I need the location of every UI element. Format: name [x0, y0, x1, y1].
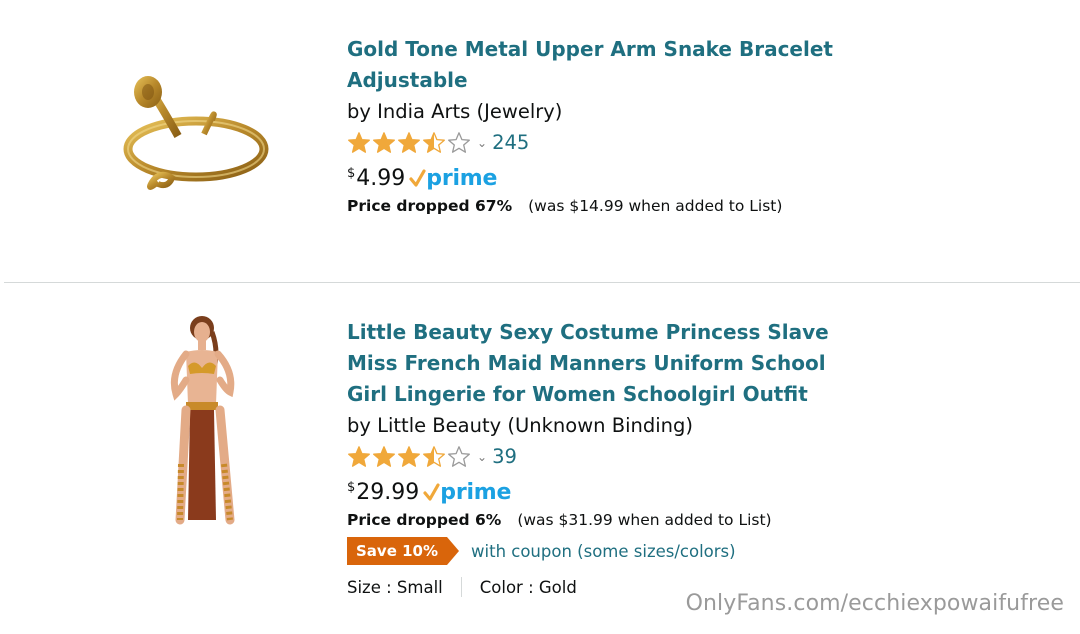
prime-check-icon [423, 483, 440, 501]
product-byline: by India Arts (Jewelry) [347, 100, 563, 123]
product-info: Little Beauty Sexy Costume Princess Slav… [347, 317, 829, 597]
star-full-icon [398, 445, 420, 467]
rating-count-link[interactable]: 245 [492, 131, 529, 154]
wishlist-item: Gold Tone Metal Upper Arm Snake Bracelet… [0, 0, 1080, 282]
title-line[interactable]: Girl Lingerie for Women Schoolgirl Outfi… [347, 379, 829, 410]
title-line[interactable]: Adjustable [347, 65, 833, 96]
coupon-row: Save 10% with coupon (some sizes/colors) [347, 537, 829, 565]
size-attribute: Size : Small [347, 577, 443, 597]
price-drop-row: Price dropped 6% (was $31.99 when added … [347, 506, 829, 534]
coupon-badge: Save 10% [347, 537, 460, 565]
product-title[interactable]: Gold Tone Metal Upper Arm Snake Bracelet… [347, 34, 833, 96]
chevron-down-icon[interactable]: ⌄ [477, 451, 487, 463]
star-full-icon [373, 445, 395, 467]
rating-row[interactable]: ⌄ 39 [347, 441, 829, 472]
star-full-icon [348, 445, 370, 467]
price-currency: $ [347, 480, 356, 495]
coupon-link[interactable]: with coupon (some sizes/colors) [471, 542, 736, 561]
price-drop-label: Price dropped 67% [347, 197, 513, 215]
prime-check-icon [409, 169, 426, 187]
product-image-costume[interactable] [150, 314, 250, 529]
title-line[interactable]: Gold Tone Metal Upper Arm Snake Bracelet [347, 34, 833, 65]
title-line[interactable]: Little Beauty Sexy Costume Princess Slav… [347, 317, 829, 348]
prime-label: prime [440, 480, 512, 505]
star-full-icon [373, 131, 395, 153]
wishlist-item: Little Beauty Sexy Costume Princess Slav… [0, 284, 1080, 634]
attribute-separator [460, 577, 462, 597]
product-byline: by Little Beauty (Unknown Binding) [347, 414, 693, 437]
star-full-icon [348, 131, 370, 153]
divider [4, 282, 1080, 283]
price-row: $ 4.99 prime [347, 158, 833, 192]
color-attribute: Color : Gold [479, 577, 577, 597]
prime-logo: prime [423, 480, 511, 506]
price-currency: $ [347, 166, 356, 181]
product-title[interactable]: Little Beauty Sexy Costume Princess Slav… [347, 317, 829, 410]
rating-count-link[interactable]: 39 [492, 445, 517, 468]
star-empty-icon [448, 131, 470, 153]
rating-row[interactable]: ⌄ 245 [347, 127, 833, 158]
star-empty-icon [448, 445, 470, 467]
price-amount: 4.99 [356, 166, 406, 191]
star-full-icon [398, 131, 420, 153]
product-info: Gold Tone Metal Upper Arm Snake Bracelet… [347, 34, 833, 220]
chevron-down-icon[interactable]: ⌄ [477, 137, 487, 149]
star-rating[interactable] [347, 445, 471, 469]
price-amount: 29.99 [356, 480, 420, 505]
was-price-text: (was $14.99 when added to List) [528, 197, 783, 215]
price-drop-row: Price dropped 67% (was $14.99 when added… [347, 192, 833, 220]
prime-label: prime [426, 166, 498, 191]
product-image-snake-bracelet[interactable] [118, 74, 273, 199]
title-line[interactable]: Miss French Maid Manners Uniform School [347, 348, 829, 379]
star-half-icon [423, 445, 445, 467]
star-rating[interactable] [347, 131, 471, 155]
prime-logo: prime [409, 166, 497, 192]
was-price-text: (was $31.99 when added to List) [517, 511, 772, 529]
star-half-icon [423, 131, 445, 153]
price-drop-label: Price dropped 6% [347, 511, 502, 529]
watermark: OnlyFans.com/ecchiexpowaifufree [685, 591, 1064, 616]
price-row: $ 29.99 prime [347, 472, 829, 506]
